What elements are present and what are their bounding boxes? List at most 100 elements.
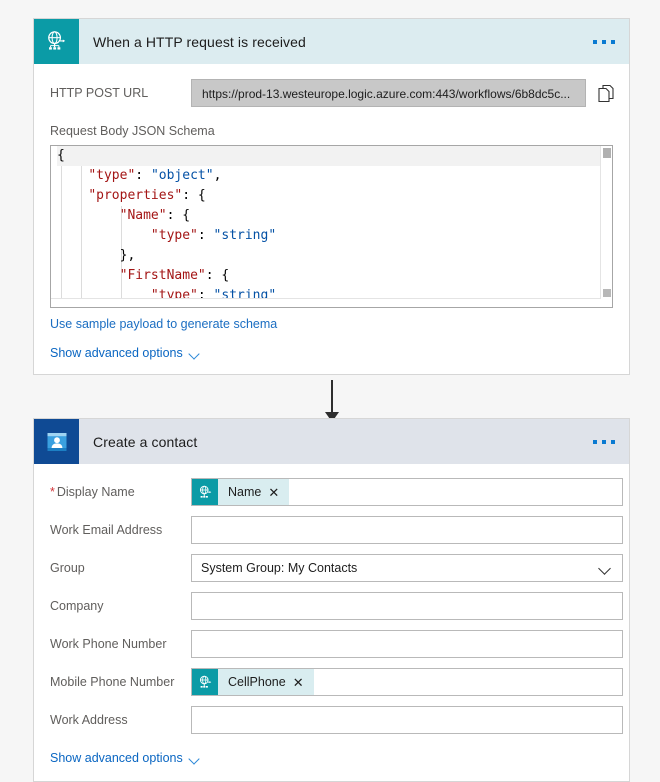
field-work-address[interactable] [191, 706, 623, 734]
form-row: Work Address [50, 704, 623, 736]
sample-payload-row: Use sample payload to generate schema [50, 308, 613, 331]
json-schema-editor[interactable]: { "type": "object", "properties": { "Nam… [50, 145, 613, 308]
action-title: Create a contact [93, 433, 198, 450]
scrollbar-thumb[interactable] [603, 148, 611, 158]
field-display-name[interactable]: Name ✕ [191, 478, 623, 506]
code-token: : [135, 168, 151, 183]
form-row: Work Phone Number [50, 628, 623, 660]
code-line: { [57, 146, 601, 166]
code-token: "type" [150, 228, 198, 243]
field-label: Work Email Address [50, 523, 163, 537]
action-card[interactable]: Create a contact * Display Name Name ✕ Work … [33, 418, 630, 782]
flow-connector-arrow [325, 380, 339, 422]
trigger-more-options-button[interactable] [593, 39, 615, 44]
http-post-url-row: HTTP POST URL https://prod-13.westeurope… [50, 78, 615, 108]
json-schema-editor-content[interactable]: { "type": "object", "properties": { "Nam… [51, 146, 601, 299]
code-token: "FirstName" [119, 268, 206, 283]
code-line: "Name": { [57, 206, 601, 226]
scrollbar-arrow[interactable] [603, 289, 611, 297]
dynamic-content-token[interactable]: Name ✕ [192, 479, 290, 505]
chevron-down-icon [189, 755, 200, 762]
code-line: }, [57, 246, 601, 266]
http-post-url-value[interactable]: https://prod-13.westeurope.logic.azure.c… [191, 79, 586, 107]
field-company[interactable] [191, 592, 623, 620]
use-sample-payload-link[interactable]: Use sample payload to generate schema [50, 317, 277, 331]
action-more-options-button[interactable] [593, 439, 615, 444]
http-post-url-label: HTTP POST URL [50, 86, 149, 100]
field-group[interactable]: System Group: My Contacts [191, 554, 623, 582]
code-token: : { [182, 188, 206, 203]
dot [611, 39, 615, 44]
field-work-phone-number[interactable] [191, 630, 623, 658]
trigger-advanced-label: Show advanced options [50, 346, 183, 360]
form-row: Work Email Address [50, 514, 623, 546]
json-schema-code[interactable]: { "type": "object", "properties": { "Nam… [51, 146, 601, 299]
form-row: * Display Name Name ✕ [50, 476, 623, 508]
remove-token-icon[interactable]: ✕ [268, 486, 289, 499]
field-work-email-address[interactable] [191, 516, 623, 544]
dot [602, 439, 606, 444]
code-line: "properties": { [57, 186, 601, 206]
code-token: : { [205, 268, 230, 283]
field-label: * Display Name [50, 485, 135, 499]
code-token: "properties" [88, 188, 183, 203]
code-line: "type": "object", [57, 166, 601, 186]
chevron-down-icon [599, 564, 612, 572]
form-row: Company [50, 590, 623, 622]
create-contact-form: * Display Name Name ✕ Work Email Address Grou… [34, 464, 629, 736]
code-token: "string" [213, 228, 277, 243]
globe-network-icon [192, 479, 218, 505]
code-token: "Name" [119, 208, 167, 223]
code-token: : [197, 228, 214, 243]
field-label: Work Address [50, 713, 128, 727]
field-label: Company [50, 599, 104, 613]
editor-vertical-scrollbar[interactable] [600, 146, 612, 307]
trigger-card-body: HTTP POST URL https://prod-13.westeurope… [34, 64, 629, 374]
field-label: Group [50, 561, 85, 575]
code-token: { [57, 148, 65, 163]
code-line: "type": "string" [57, 226, 601, 246]
globe-network-icon [192, 669, 218, 695]
action-show-advanced-options-link[interactable]: Show advanced options [50, 751, 200, 765]
token-label: CellPhone [228, 675, 286, 689]
trigger-title: When a HTTP request is received [93, 33, 306, 50]
remove-token-icon[interactable]: ✕ [293, 676, 314, 689]
action-card-header[interactable]: Create a contact [34, 419, 629, 464]
dot [602, 39, 606, 44]
form-row: Group System Group: My Contacts [50, 552, 623, 584]
action-advanced-label: Show advanced options [50, 751, 183, 765]
code-token: : { [166, 208, 191, 223]
contact-card-icon [34, 419, 79, 464]
request-body-schema-label: Request Body JSON Schema [50, 124, 215, 138]
chevron-down-icon [189, 350, 200, 357]
field-mobile-phone-number[interactable]: CellPhone ✕ [191, 668, 623, 696]
trigger-card[interactable]: When a HTTP request is received HTTP POS… [33, 18, 630, 375]
dynamic-content-token[interactable]: CellPhone ✕ [192, 669, 314, 695]
code-token: , [213, 168, 222, 183]
editor-horizontal-scrollbar[interactable] [51, 298, 601, 307]
code-line: "FirstName": { [57, 266, 601, 286]
copy-icon[interactable] [598, 84, 615, 103]
dot [593, 39, 597, 44]
field-label: Mobile Phone Number [50, 675, 175, 689]
trigger-card-header[interactable]: When a HTTP request is received [34, 19, 629, 64]
code-token: }, [57, 248, 136, 263]
form-row: Mobile Phone Number CellPhone ✕ [50, 666, 623, 698]
select-value: System Group: My Contacts [201, 561, 358, 575]
workflow-designer-canvas: When a HTTP request is received HTTP POS… [0, 0, 660, 782]
dot [593, 439, 597, 444]
globe-network-icon [34, 19, 79, 64]
trigger-show-advanced-options-link[interactable]: Show advanced options [50, 346, 200, 360]
field-label: Work Phone Number [50, 637, 167, 651]
token-label: Name [228, 485, 262, 499]
dot [611, 439, 615, 444]
trigger-advanced-row: Show advanced options [50, 331, 613, 374]
action-advanced-row: Show advanced options [34, 742, 629, 781]
code-token: "object" [150, 168, 214, 183]
code-token: "type" [88, 168, 136, 183]
